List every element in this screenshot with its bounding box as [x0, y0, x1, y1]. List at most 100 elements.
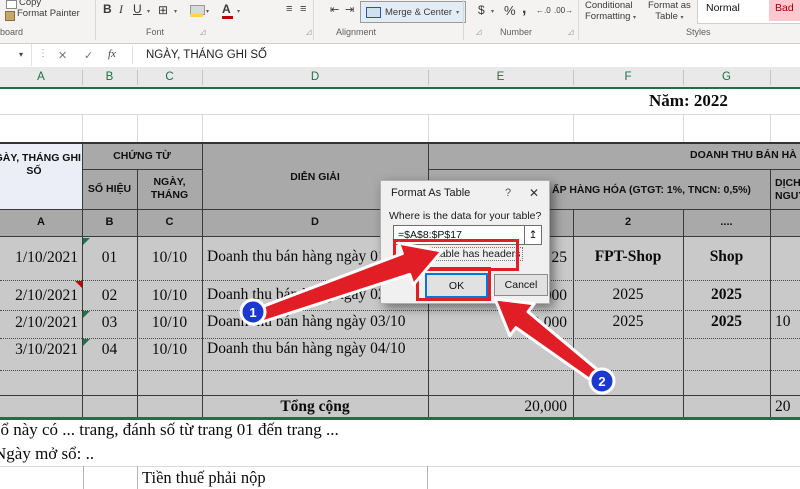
column-divider[interactable]: [428, 70, 429, 85]
cell-e-row4[interactable]: 00: [430, 341, 568, 359]
column-divider[interactable]: [82, 70, 83, 85]
column-header-B[interactable]: B: [82, 71, 137, 83]
clipboard-dialog-launcher[interactable]: ◿: [200, 28, 205, 36]
table-col-label-a[interactable]: A: [0, 216, 82, 228]
cell-b-row2[interactable]: 02: [82, 287, 137, 305]
cell-b-row1[interactable]: 01: [82, 249, 137, 267]
decrease-decimal-icon[interactable]: .00→: [554, 6, 573, 15]
header-cell-chung-tu[interactable]: CHỨNG TỪ: [82, 150, 202, 163]
footer-line1-cell[interactable]: Sổ này có ... trang, đánh số từ trang 01…: [0, 420, 339, 440]
percent-style-icon[interactable]: %: [504, 3, 516, 18]
merge-center-button[interactable]: Merge & Center ▾: [360, 1, 466, 23]
name-box-dropdown-icon[interactable]: ▾: [19, 50, 23, 59]
cell-b-row3[interactable]: 03: [82, 314, 137, 332]
total-h-cell[interactable]: 20: [775, 398, 791, 416]
column-header-E[interactable]: E: [428, 71, 573, 83]
borders-dropdown-icon[interactable]: ▾: [174, 8, 177, 15]
column-divider[interactable]: [573, 70, 574, 85]
insert-function-icon[interactable]: fx: [108, 48, 116, 60]
header-cell-cap-hang-hoa[interactable]: ẤP HÀNG HÓA (GTGT: 1%, TNCN: 0,5%): [552, 184, 751, 197]
total-label-cell[interactable]: Tổng cộng: [202, 398, 428, 416]
align-left-icon[interactable]: ≡: [286, 3, 292, 15]
font-color-icon[interactable]: A: [222, 2, 231, 16]
cancel-button[interactable]: Cancel: [494, 274, 548, 296]
column-divider[interactable]: [137, 70, 138, 85]
help-icon[interactable]: ?: [505, 187, 511, 199]
column-divider[interactable]: [202, 70, 203, 85]
year-cell[interactable]: Năm: 2022: [649, 91, 728, 111]
number-dialog-launcher[interactable]: ◿: [568, 28, 573, 36]
font-dialog-launcher[interactable]: ◿: [306, 28, 311, 36]
fill-color-dropdown-icon[interactable]: ▾: [206, 8, 209, 15]
header-cell-so-hieu[interactable]: SỐ HIỆU: [82, 183, 137, 196]
cell-g-row1[interactable]: Shop: [683, 248, 770, 266]
column-header-D[interactable]: D: [202, 71, 428, 83]
column-divider[interactable]: [683, 70, 684, 85]
formula-bar-more-icon[interactable]: ⋮: [38, 48, 48, 59]
currency-icon[interactable]: $: [478, 3, 485, 17]
cell-c-row3[interactable]: 10/10: [137, 314, 202, 332]
footer-line2-cell[interactable]: Ngày mở sổ: ..: [0, 444, 94, 464]
header-cell-ngay-thang[interactable]: NGÀY, THÁNG: [137, 176, 202, 202]
cell-a-row1[interactable]: 1/10/2021: [0, 249, 78, 267]
bold-button[interactable]: B: [103, 2, 112, 16]
decrease-indent-icon[interactable]: ⇤: [330, 3, 339, 16]
borders-icon[interactable]: ⊞: [158, 3, 168, 17]
comma-style-icon[interactable]: ,: [522, 0, 526, 18]
cell-d-row4[interactable]: Doanh thu bán hàng ngày 04/10: [207, 340, 405, 358]
format-as-table-button[interactable]: Format as Table ▾: [648, 0, 691, 22]
footer-line3-cell[interactable]: Tiền thuế phải nộp: [142, 468, 266, 488]
column-divider[interactable]: [770, 70, 771, 85]
italic-button[interactable]: I: [119, 2, 123, 17]
cell-d-row1[interactable]: Doanh thu bán hàng ngày 01/10: [207, 248, 405, 266]
cancel-entry-icon[interactable]: ✕: [58, 49, 67, 62]
currency-dropdown-icon[interactable]: ▾: [491, 8, 494, 15]
table-col-label-f[interactable]: 2: [573, 216, 683, 228]
increase-decimal-icon[interactable]: ←.0: [536, 6, 551, 15]
confirm-entry-icon[interactable]: ✓: [84, 49, 93, 62]
cell-a-row4[interactable]: 3/10/2021: [0, 341, 78, 359]
close-icon[interactable]: ✕: [529, 186, 539, 200]
cell-d-row3[interactable]: Doanh thu bán hàng ngày 03/10: [207, 313, 405, 331]
cell-f-row1[interactable]: FPT-Shop: [573, 248, 683, 266]
cell-f-row2[interactable]: 2025: [573, 286, 683, 304]
underline-button[interactable]: U: [133, 2, 142, 16]
cell-d-row2[interactable]: Doanh thu bán hàng ngày 02/10: [207, 286, 405, 304]
range-select-icon[interactable]: ↥: [524, 225, 542, 245]
cell-b-row4[interactable]: 04: [82, 341, 137, 359]
header-cell-doanh-thu[interactable]: DOANH THU BÁN HÀ: [690, 149, 797, 162]
cell-g-row2[interactable]: 2025: [683, 286, 770, 304]
header-cell-ngay-thang-ghi-so[interactable]: NGÀY, THÁNG GHI SỐ: [0, 152, 86, 178]
column-header-C[interactable]: C: [137, 71, 202, 83]
table-col-label-c[interactable]: C: [137, 216, 202, 228]
alignment-dialog-launcher[interactable]: ◿: [476, 28, 481, 36]
format-painter-button[interactable]: Format Painter: [17, 8, 80, 19]
header-cell-dich-vu[interactable]: DỊCH NGUY: [775, 177, 800, 203]
formula-bar-input[interactable]: NGÀY, THÁNG GHI SỐ: [146, 49, 267, 61]
cell-a-row2[interactable]: 2/10/2021: [0, 287, 78, 305]
align-center-icon[interactable]: ≡: [300, 3, 306, 15]
cell-h-row3[interactable]: 10: [775, 313, 791, 331]
cell-c-row2[interactable]: 10/10: [137, 287, 202, 305]
name-box[interactable]: [0, 44, 32, 66]
cell-e-row3[interactable]: 0,000: [430, 314, 567, 332]
copy-button[interactable]: Copy: [19, 0, 41, 8]
underline-dropdown-icon[interactable]: ▾: [147, 8, 150, 15]
conditional-formatting-button[interactable]: Conditional Formatting ▾: [585, 0, 636, 22]
column-header-A[interactable]: A: [0, 71, 82, 83]
cell-g-row3[interactable]: 2025: [683, 313, 770, 331]
cell-c-row1[interactable]: 10/10: [137, 249, 202, 267]
cell-c-row4[interactable]: 10/10: [137, 341, 202, 359]
cell-f-row3[interactable]: 2025: [573, 313, 683, 331]
column-header-G[interactable]: G: [683, 71, 770, 83]
merge-center-label: Merge & Center: [385, 6, 453, 18]
increase-indent-icon[interactable]: ⇥: [345, 3, 354, 16]
style-normal[interactable]: Normal: [706, 2, 740, 14]
column-header-F[interactable]: F: [573, 71, 683, 83]
cell-a-row3[interactable]: 2/10/2021: [0, 314, 78, 332]
font-color-dropdown-icon[interactable]: ▾: [237, 8, 240, 15]
total-e-cell[interactable]: 20,000: [430, 398, 567, 416]
table-col-label-g[interactable]: ....: [683, 216, 770, 228]
clipboard-group-label: board: [0, 27, 24, 37]
table-col-label-b[interactable]: B: [82, 216, 137, 228]
